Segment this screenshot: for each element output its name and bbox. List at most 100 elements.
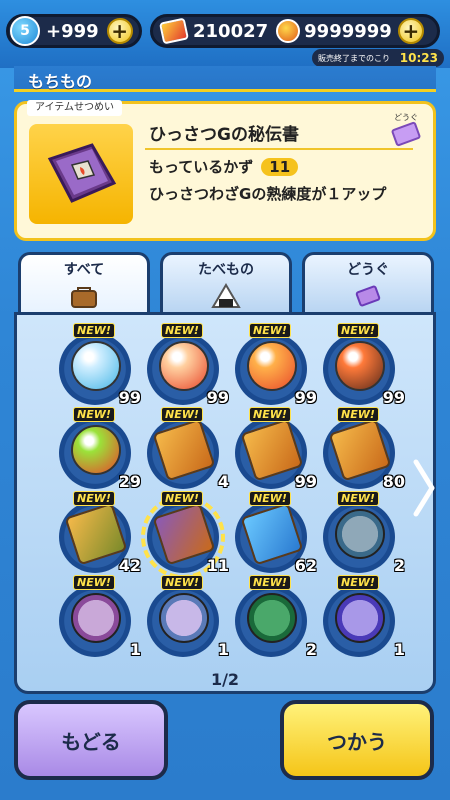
item-slot[interactable]: NEW! 1 [145,575,229,659]
count-label: もっているかず [149,158,254,176]
coin-item-icon [335,593,385,643]
timer-label: 販売終了までのこり [318,53,390,63]
item-quantity: 42 [118,556,141,575]
tab-food[interactable]: たべもの [160,252,292,312]
item-quantity: 4 [217,472,229,491]
coin-ticket-icon [158,17,190,45]
tab-tools[interactable]: どうぐ [302,252,434,312]
item-slot[interactable]: NEW! 1 [321,575,405,659]
section-header: もちもの [14,66,436,92]
category-mark: どうぐ [389,112,423,147]
divider [145,148,413,150]
item-quantity: 99 [206,388,229,407]
add-stamina-button[interactable]: + [106,18,133,44]
money-bag-icon [276,19,301,43]
secret-book-icon [47,143,117,203]
coin-item-icon [335,509,385,559]
new-badge: NEW! [337,575,379,590]
item-quantity: 1 [129,640,141,659]
coin-item-icon [71,593,121,643]
coins-pill: 210027 9999999 + [150,14,440,48]
item-slot[interactable]: NEW! 29 [57,407,141,491]
new-badge: NEW! [161,491,203,506]
item-slot[interactable]: NEW! 2 [233,575,317,659]
item-name: ひっさつGの秘伝書 [149,125,299,145]
orb-item-icon [335,341,385,391]
item-quantity: 2 [305,640,317,659]
currency-bar: 5 +999 + 210027 9999999 + 販売終了までのこり 10:2… [0,0,450,68]
item-slot[interactable]: NEW! 99 [233,323,317,407]
coin-item-icon [247,593,297,643]
tab-tools-label: どうぐ [347,262,389,278]
add-money-button[interactable]: + [397,18,424,44]
bag-icon [71,287,97,308]
selected-item-icon-box [29,124,133,224]
item-grid-panel: NEW! 99 NEW! 99 NEW! 99 NEW! 99 NEW! 29 NEW! 4 NEW! 9… [14,312,436,694]
next-page-arrow-icon[interactable] [412,458,436,518]
use-button[interactable]: つかう [280,700,434,780]
new-badge: NEW! [161,407,203,422]
item-slot[interactable]: NEW! 99 [321,323,405,407]
level-badge: 5 [10,16,40,46]
new-badge: NEW! [73,575,115,590]
money-value: 9999999 [304,20,392,42]
ticket-icon [390,121,422,147]
count-value: 11 [261,157,299,176]
stamina-value: +999 [46,20,99,42]
item-quantity: 11 [206,556,229,575]
new-badge: NEW! [73,491,115,506]
new-badge: NEW! [73,323,115,338]
new-badge: NEW! [249,491,291,506]
item-quantity: 2 [393,556,405,575]
tab-all[interactable]: すべて [18,252,150,316]
item-slot[interactable]: NEW! 62 [233,491,317,575]
item-quantity: 99 [118,388,141,407]
coin-item-icon [159,593,209,643]
page-indicator: 1/2 [210,670,240,689]
category-mark-label: どうぐ [394,113,418,122]
orb-item-icon [71,425,121,475]
new-badge: NEW! [337,491,379,506]
new-badge: NEW! [73,407,115,422]
item-slot[interactable]: NEW! 2 [321,491,405,575]
item-quantity: 1 [393,640,405,659]
section-title: もちもの [28,72,93,91]
item-slot[interactable]: NEW! 4 [145,407,229,491]
item-quantity: 1 [217,640,229,659]
tab-food-label: たべもの [198,262,254,278]
item-slot[interactable]: NEW! 99 [233,407,317,491]
back-button[interactable]: もどる [14,700,168,780]
orb-item-icon [159,341,209,391]
orb-item-icon [71,341,121,391]
onigiri-icon [211,283,241,308]
item-description-panel: アイテムせつめい ひっさつGの秘伝書 どうぐ もっているかず 11 ひっさつわざ… [14,100,436,241]
new-badge: NEW! [249,575,291,590]
item-quantity: 99 [382,388,405,407]
item-quantity: 99 [294,388,317,407]
item-slot[interactable]: NEW! 80 [321,407,405,491]
ticket-icon [355,285,381,307]
item-effect-text: ひっさつわざGの熟練度が１アップ [149,185,387,203]
description-tag: アイテムせつめい [27,100,122,116]
stamina-pill: 5 +999 + [6,14,142,48]
tab-all-label: すべて [63,262,105,278]
new-badge: NEW! [161,575,203,590]
item-quantity: 62 [294,556,317,575]
new-badge: NEW! [249,407,291,422]
new-badge: NEW! [337,323,379,338]
count-row: もっているかず 11 [149,156,299,177]
item-slot[interactable]: NEW! 11 [141,491,229,579]
item-slot[interactable]: NEW! 1 [57,575,141,659]
new-badge: NEW! [249,323,291,338]
new-badge: NEW! [161,323,203,338]
item-slot[interactable]: NEW! 42 [57,491,141,575]
item-slot[interactable]: NEW! 99 [145,323,229,407]
item-quantity: 29 [118,472,141,491]
sale-timer: 販売終了までのこり 10:23 [312,49,444,67]
timer-value: 10:23 [399,51,438,65]
item-quantity: 80 [382,472,405,491]
fire-item-icon [247,341,297,391]
item-slot[interactable]: NEW! 99 [57,323,141,407]
item-quantity: 99 [294,472,317,491]
coins-value: 210027 [193,20,269,42]
